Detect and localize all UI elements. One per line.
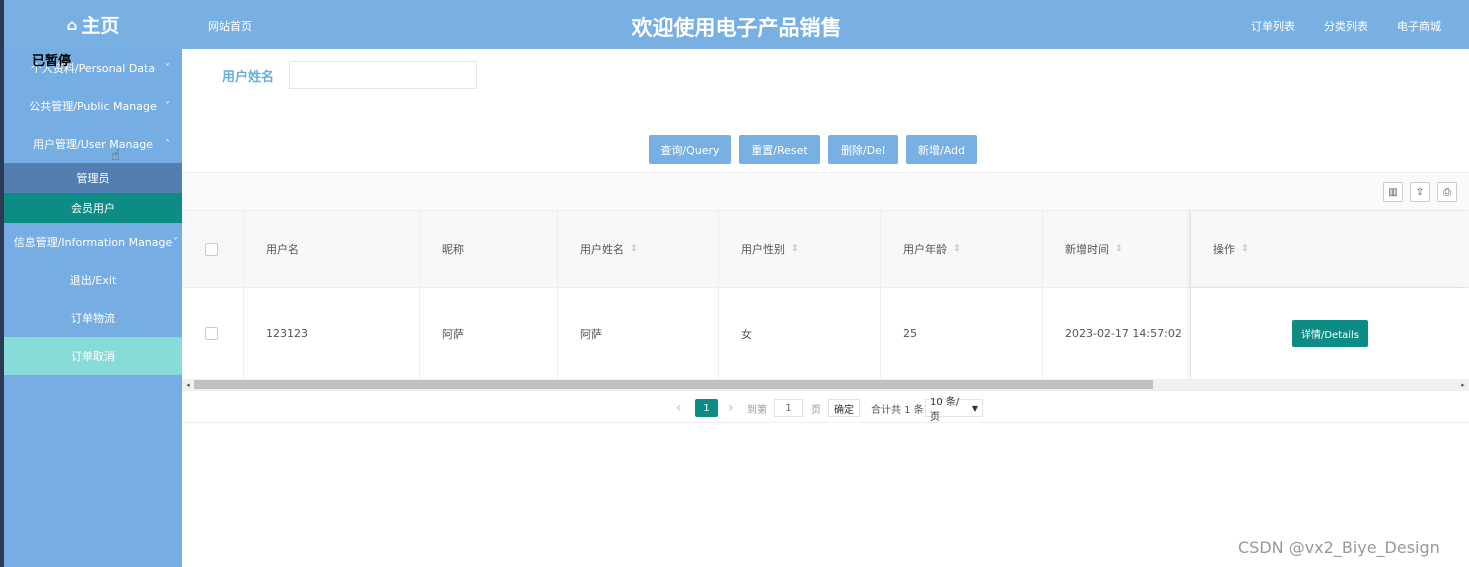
cell-created: 2023-02-17 14:57:02 — [1043, 288, 1191, 379]
sort-icon[interactable]: ⇕ — [953, 244, 961, 254]
scroll-right-icon[interactable]: ▸ — [1458, 379, 1468, 390]
pagination: ‹ 1 › 到第 1 页 确定 合计共 1 条 10 条/页 ▼ — [182, 390, 1469, 423]
sort-icon[interactable]: ⇕ — [1115, 244, 1123, 254]
sidebar-item-order-cancel[interactable]: 订单取消 — [4, 337, 182, 375]
table-header-row: 用户名 昵称 用户姓名 ⇕ 用户性别 ⇕ 用户年龄 ⇕ 新增时间 ⇕ 操作 ⇕ — [182, 211, 1469, 288]
sidebar-item-public-manage[interactable]: 公共管理/Public Manage ˅ — [4, 87, 182, 125]
column-header-label: 新增时间 — [1065, 243, 1109, 256]
table-toolbar: ▥ ⇪ ⎙ — [182, 172, 1469, 211]
sidebar-item-label: 退出/Exit — [69, 274, 117, 287]
details-button[interactable]: 详情/Details — [1291, 320, 1369, 347]
username-search-input[interactable] — [289, 61, 477, 89]
table-row: 123123 阿萨 阿萨 女 25 2023-02-17 14:57:02 详情… — [182, 288, 1469, 379]
watermark: CSDN @vx2_Biye_Design — [1238, 538, 1440, 557]
page-1-button[interactable]: 1 — [695, 399, 718, 417]
sort-icon[interactable]: ⇕ — [630, 244, 638, 254]
next-page-icon[interactable]: › — [728, 399, 734, 417]
column-header-label: 用户性别 — [741, 243, 785, 256]
header-username: 用户名 — [244, 211, 420, 287]
user-manage-submenu: 管理员 会员用户 — [4, 163, 182, 223]
row-select-cell — [182, 288, 244, 379]
delete-button[interactable]: 删除/Del — [828, 135, 898, 164]
category-list-link[interactable]: 分类列表 — [1324, 18, 1368, 34]
scrollbar-thumb[interactable] — [194, 380, 1153, 389]
cell-username: 123123 — [244, 288, 420, 379]
sidebar-item-personal-data[interactable]: 个人资料/Personal Data ˅ — [4, 49, 182, 87]
app-root: ⌂ 主页 网站首页 欢迎使用电子产品销售 订单列表 分类列表 电子商城 个人资料… — [0, 0, 1469, 567]
header-actions[interactable]: 操作 ⇕ — [1191, 211, 1469, 287]
prev-page-icon[interactable]: ‹ — [676, 399, 682, 417]
shop-link[interactable]: 电子商城 — [1397, 18, 1441, 34]
page-size-select[interactable]: 10 条/页 ▼ — [925, 397, 983, 423]
sidebar-item-label: 订单取消 — [71, 350, 115, 363]
goto-page-input[interactable]: 1 — [774, 399, 803, 417]
total-count: 合计共 1 条 — [871, 404, 924, 416]
column-header-label: 用户年龄 — [903, 243, 947, 256]
header-gender[interactable]: 用户性别 ⇕ — [719, 211, 881, 287]
sidebar-item-exit[interactable]: 退出/Exit — [4, 261, 182, 299]
column-header-label: 用户名 — [266, 243, 299, 256]
select-all-cell — [182, 211, 244, 287]
query-button[interactable]: 查询/Query — [649, 135, 731, 164]
sidebar-subitem-members[interactable]: 会员用户 — [4, 193, 182, 223]
cell-age: 25 — [881, 288, 1043, 379]
sidebar-item-user-manage[interactable]: 用户管理/User Manage ˄ — [4, 125, 182, 163]
chevron-down-icon: ˅ — [173, 236, 178, 248]
columns-filter-icon[interactable]: ▥ — [1383, 182, 1403, 202]
chevron-down-icon: ˅ — [165, 100, 170, 112]
header-created[interactable]: 新增时间 ⇕ — [1043, 211, 1191, 287]
data-table: 用户名 昵称 用户姓名 ⇕ 用户性别 ⇕ 用户年龄 ⇕ 新增时间 ⇕ 操作 ⇕ … — [182, 211, 1469, 379]
sidebar: 个人资料/Personal Data ˅ 公共管理/Public Manage … — [4, 49, 182, 567]
column-header-label: 操作 — [1213, 243, 1235, 256]
page-size-value: 10 条/页 — [930, 397, 960, 423]
reset-button[interactable]: 重置/Reset — [739, 135, 820, 164]
sort-icon[interactable]: ⇕ — [1241, 244, 1249, 254]
header-nickname: 昵称 — [420, 211, 558, 287]
sidebar-item-label: 订单物流 — [71, 312, 115, 325]
column-header-label: 用户姓名 — [580, 243, 624, 256]
sidebar-item-label: 用户管理/User Manage — [33, 138, 153, 151]
add-button[interactable]: 新增/Add — [906, 135, 977, 164]
sidebar-item-order-logistics[interactable]: 订单物流 — [4, 299, 182, 337]
row-checkbox[interactable] — [205, 327, 218, 340]
sort-icon[interactable]: ⇕ — [791, 244, 799, 254]
print-icon[interactable]: ⎙ — [1437, 182, 1457, 202]
sidebar-item-label: 公共管理/Public Manage — [29, 100, 157, 113]
paused-overlay-label: 已暂停 — [32, 54, 72, 69]
scroll-left-icon[interactable]: ◂ — [183, 379, 193, 390]
header-realname[interactable]: 用户姓名 ⇕ — [558, 211, 719, 287]
column-header-label: 昵称 — [442, 243, 464, 256]
cell-nickname: 阿萨 — [420, 288, 558, 379]
hand-cursor-icon: ☝ — [111, 146, 121, 164]
horizontal-scrollbar[interactable]: ◂ ▸ — [182, 379, 1469, 390]
sidebar-item-information-manage[interactable]: 信息管理/Information Manage ˅ — [4, 223, 182, 261]
sidebar-subitem-admin[interactable]: 管理员 — [4, 163, 182, 193]
search-label: 用户姓名 — [222, 70, 275, 85]
select-all-checkbox[interactable] — [205, 242, 218, 256]
cell-actions: 详情/Details — [1191, 288, 1469, 379]
order-list-link[interactable]: 订单列表 — [1251, 18, 1295, 34]
top-header: ⌂ 主页 网站首页 欢迎使用电子产品销售 订单列表 分类列表 电子商城 — [4, 0, 1469, 49]
header-age[interactable]: 用户年龄 ⇕ — [881, 211, 1043, 287]
goto-label: 到第 — [747, 404, 767, 416]
chevron-down-icon: ▼ — [971, 403, 978, 413]
sidebar-item-label: 信息管理/Information Manage — [13, 236, 173, 249]
site-title: 欢迎使用电子产品销售 — [631, 16, 842, 40]
cell-realname: 阿萨 — [558, 288, 719, 379]
chevron-down-icon: ˅ — [165, 62, 170, 74]
goto-confirm-button[interactable]: 确定 — [828, 399, 860, 417]
cell-gender: 女 — [719, 288, 881, 379]
export-icon[interactable]: ⇪ — [1410, 182, 1430, 202]
main-content: 用户姓名 查询/Query 重置/Reset 删除/Del 新增/Add ▥ ⇪… — [182, 49, 1469, 567]
chevron-up-icon: ˄ — [165, 138, 170, 150]
page-unit-label: 页 — [811, 404, 821, 416]
